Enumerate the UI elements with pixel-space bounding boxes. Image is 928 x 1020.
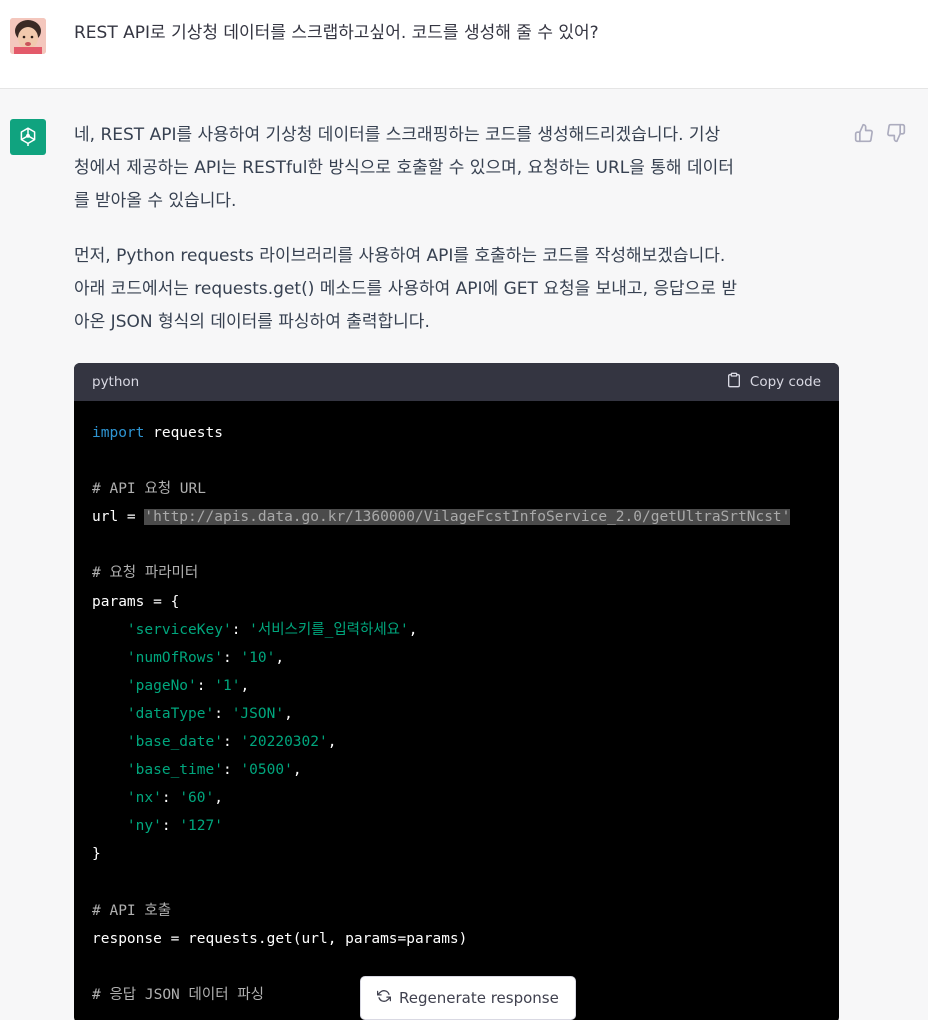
param-value: '10' [240, 649, 276, 666]
code-block: python Copy code import requests # API 요… [74, 363, 839, 1020]
line-end: , [240, 677, 250, 694]
openai-logo-icon [10, 119, 46, 155]
param-value: '0500' [240, 762, 293, 779]
paragraph-line: 청에서 제공하는 API는 RESTful한 방식으로 호출할 수 있으며, 요… [74, 158, 734, 178]
separator: : [231, 621, 250, 638]
param-value: '60' [179, 790, 215, 807]
user-avatar [10, 18, 46, 54]
code-content: import requests # API 요청 URL url = 'http:… [74, 401, 839, 1020]
param-key: 'serviceKey' [126, 621, 232, 638]
code-text: } [92, 846, 101, 863]
param-key: 'pageNo' [126, 677, 197, 694]
line-end: , [327, 734, 337, 751]
separator: : [222, 649, 241, 666]
param-key: 'base_date' [126, 734, 223, 751]
paragraph-line: 를 받아올 수 있습니다. [74, 191, 237, 211]
url-string: 'http://apis.data.go.kr/1360000/VilageFc… [144, 509, 791, 526]
param-line: 'dataType': 'JSON', [92, 700, 821, 728]
paragraph-line: 아래 코드에서는 requests.get() 메소드를 사용하여 API에 G… [74, 279, 737, 299]
code-text: url = [92, 509, 145, 526]
code-comment: # API 요청 URL [92, 481, 206, 498]
refresh-icon [376, 989, 392, 1007]
param-key: 'nx' [126, 790, 162, 807]
assistant-paragraph-1: 네, REST API를 사용하여 기상청 데이터를 스크래핑하는 코드를 생성… [74, 119, 844, 218]
code-comment: # API 호출 [92, 902, 172, 919]
thumbs-up-icon[interactable] [854, 123, 874, 143]
param-value: '127' [179, 818, 223, 835]
code-text: params = { [92, 593, 180, 610]
code-language-label: python [92, 374, 140, 390]
code-comment: # 요청 파라미터 [92, 565, 199, 582]
regenerate-response-button[interactable]: Regenerate response [360, 976, 576, 1020]
line-end: , [284, 705, 293, 722]
param-line: 'base_date': '20220302', [92, 728, 821, 756]
code-line: import requests [92, 419, 821, 447]
assistant-message-row: 네, REST API를 사용하여 기상청 데이터를 스크래핑하는 코드를 생성… [0, 89, 928, 1020]
param-line: 'base_time': '0500', [92, 756, 821, 784]
line-end: , [275, 649, 285, 666]
param-lines: 'serviceKey': '서비스키를_입력하세요', 'numOfRows'… [92, 616, 821, 841]
copy-code-button[interactable]: Copy code [726, 372, 821, 392]
param-value: '20220302' [240, 734, 328, 751]
separator: : [161, 818, 180, 835]
user-message-text: REST API로 기상청 데이터를 스크랩하고싶어. 코드를 생성해 줄 수 … [74, 23, 599, 43]
paragraph-line: 먼저, Python requests 라이브러리를 사용하여 API를 호출하… [74, 246, 726, 266]
paragraph-line: 네, REST API를 사용하여 기상청 데이터를 스크래핑하는 코드를 생성… [74, 125, 721, 145]
code-line: url = 'http://apis.data.go.kr/1360000/Vi… [92, 503, 821, 531]
code-header: python Copy code [74, 363, 839, 401]
param-key: 'numOfRows' [126, 649, 223, 666]
param-line: 'numOfRows': '10', [92, 644, 821, 672]
separator: : [161, 790, 180, 807]
param-line: 'serviceKey': '서비스키를_입력하세요', [92, 616, 821, 644]
code-text: requests [144, 425, 223, 441]
keyword: import [92, 425, 145, 441]
regenerate-label: Regenerate response [399, 989, 559, 1007]
feedback-buttons [854, 123, 906, 143]
line-end: , [214, 790, 223, 807]
param-value: '서비스키를_입력하세요' [249, 621, 409, 638]
param-key: 'ny' [126, 818, 162, 835]
separator: : [196, 677, 215, 694]
param-key: 'dataType' [126, 705, 215, 722]
line-end: , [408, 621, 418, 638]
param-line: 'nx': '60', [92, 784, 821, 812]
copy-code-label: Copy code [749, 374, 821, 390]
code-text: response = requests.get(url, params=para… [92, 930, 468, 947]
param-value: 'JSON' [231, 705, 285, 722]
param-line: 'ny': '127' [92, 812, 821, 840]
separator: : [214, 705, 232, 722]
assistant-paragraph-2: 먼저, Python requests 라이브러리를 사용하여 API를 호출하… [74, 240, 844, 339]
param-value: '1' [214, 677, 241, 694]
param-line: 'pageNo': '1', [92, 672, 821, 700]
paragraph-line: 아온 JSON 형식의 데이터를 파싱하여 출력합니다. [74, 312, 430, 332]
user-message-row: REST API로 기상청 데이터를 스크랩하고싶어. 코드를 생성해 줄 수 … [0, 0, 928, 89]
clipboard-icon [726, 372, 742, 392]
line-end: , [292, 762, 302, 779]
separator: : [222, 734, 241, 751]
thumbs-down-icon[interactable] [886, 123, 906, 143]
separator: : [222, 762, 241, 779]
param-key: 'base_time' [126, 762, 223, 779]
